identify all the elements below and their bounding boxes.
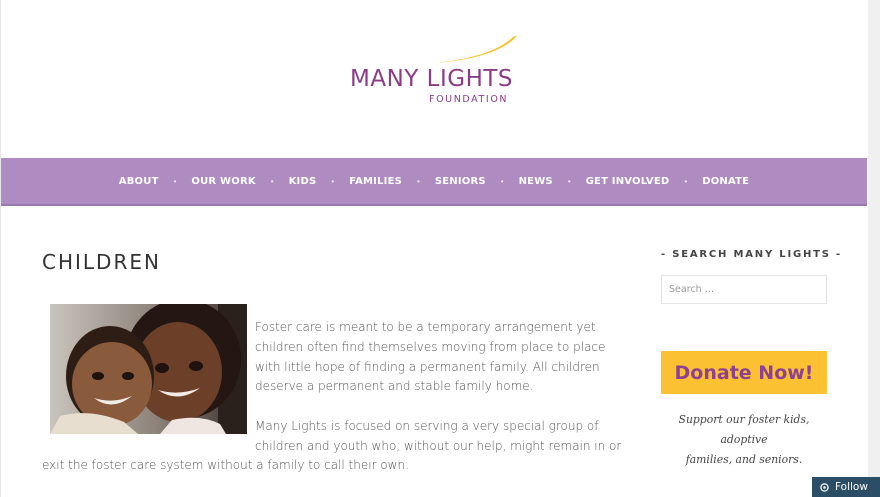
wordpress-icon: [820, 482, 829, 492]
nav-separator: •: [173, 176, 177, 186]
donate-now-button[interactable]: Donate Now!: [661, 351, 827, 394]
paragraph-line: Foster care is meant to be a temporary a…: [255, 320, 596, 334]
logo-subtitle: FOUNDATION: [429, 94, 509, 105]
paragraph-line: deserve a permanent and stable family ho…: [255, 379, 534, 394]
support-message: Support our foster kids, adoptive famili…: [655, 410, 833, 470]
nav-separator: •: [500, 176, 504, 186]
page-title: CHILDREN: [42, 250, 161, 274]
intro-paragraph: Foster care is meant to be a temporary a…: [255, 318, 605, 397]
nav-get-involved[interactable]: GET INVOLVED: [586, 176, 670, 187]
nav-kids[interactable]: KIDS: [289, 176, 317, 187]
nav-our-work[interactable]: OUR WORK: [191, 176, 255, 187]
main-navigation: ABOUT • OUR WORK • KIDS • FAMILIES • SEN…: [1, 158, 867, 206]
nav-donate[interactable]: DONATE: [702, 176, 749, 187]
children-photo: [50, 304, 247, 434]
nav-separator: •: [417, 176, 420, 186]
nav-families[interactable]: FAMILIES: [349, 176, 402, 187]
mission-paragraph: Many Lights is focused on serving a very…: [255, 417, 621, 457]
follow-label: Follow: [835, 481, 868, 493]
nav-about[interactable]: ABOUT: [119, 176, 159, 187]
site-logo[interactable]: MANY LIGHTS FOUNDATION: [340, 30, 530, 110]
logo-swoosh: [432, 35, 517, 63]
page: MANY LIGHTS FOUNDATION ABOUT • OUR WORK …: [0, 0, 868, 497]
follow-button[interactable]: Follow: [812, 477, 880, 497]
search-input[interactable]: [661, 275, 827, 304]
nav-separator: •: [567, 176, 571, 186]
support-line: Support our foster kids, adoptive: [678, 413, 810, 446]
nav-separator: •: [684, 176, 688, 186]
nav-separator: •: [331, 176, 335, 186]
search-widget-heading: - SEARCH MANY LIGHTS -: [661, 249, 843, 260]
nav-news[interactable]: NEWS: [519, 176, 553, 187]
paragraph-line: children often find themselves moving fr…: [255, 339, 606, 354]
mission-paragraph-end: exit the foster care system without a fa…: [42, 456, 409, 476]
nav-separator: •: [270, 176, 274, 186]
support-line: families, and seniors.: [685, 453, 803, 466]
paragraph-line: children and youth who, without our help…: [255, 438, 622, 453]
paragraph-line: exit the foster care system without a fa…: [42, 458, 409, 472]
logo-wordmark: MANY LIGHTS: [350, 66, 514, 92]
scrollbar-track[interactable]: [868, 0, 880, 497]
nav-seniors[interactable]: SENIORS: [435, 176, 486, 187]
paragraph-line: Many Lights is focused on serving a very…: [255, 419, 599, 433]
paragraph-line: with little hope of finding a permanent …: [255, 359, 600, 374]
